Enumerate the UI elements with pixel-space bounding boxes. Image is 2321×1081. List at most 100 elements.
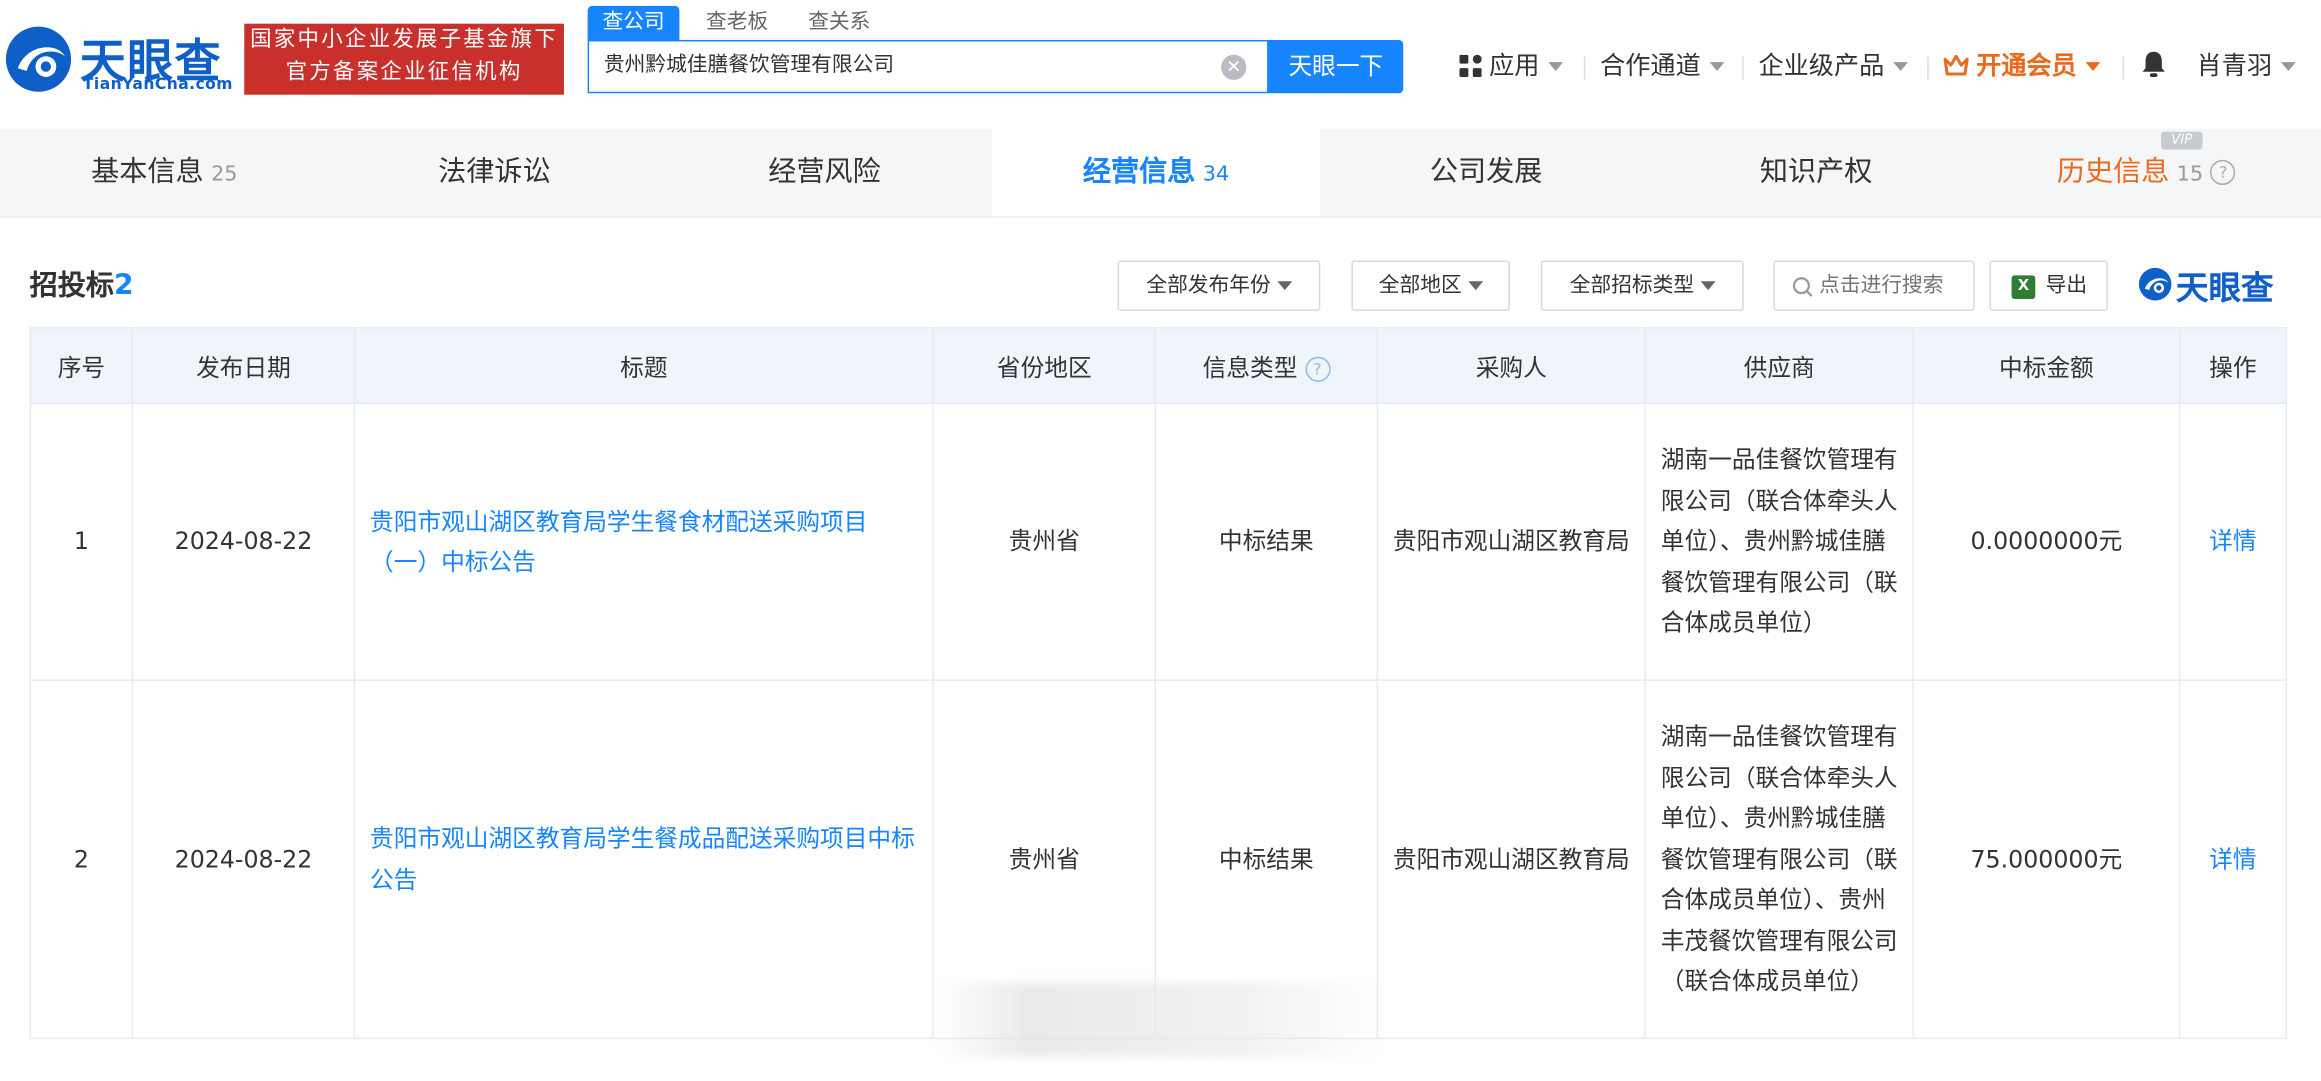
tab-basic-info[interactable]: 基本信息 25 (0, 129, 329, 216)
nav-divider (2122, 56, 2125, 80)
cell-title-link[interactable]: 贵阳市观山湖区教育局学生餐成品配送采购项目中标公告 (353, 679, 935, 1040)
tab-count: 34 (1202, 162, 1230, 187)
nav-enterprise[interactable]: 企业级产品 (1758, 49, 1908, 85)
user-menu[interactable]: 肖青羽 (2197, 49, 2296, 85)
nav-divider (1742, 56, 1744, 80)
export-button[interactable]: X 导出 (1989, 260, 2108, 311)
cell-region: 贵州省 (932, 402, 1157, 681)
chevron-down-icon (1548, 62, 1564, 72)
help-icon[interactable]: ? (2210, 159, 2236, 186)
chevron-down-icon (1467, 281, 1483, 291)
tab-label: 基本信息 (91, 155, 204, 188)
bell-icon (2142, 51, 2165, 77)
export-label: 导出 (2045, 273, 2088, 298)
tab-history[interactable]: 历史信息 15? (1982, 129, 2311, 216)
tab-development[interactable]: 公司发展 (1322, 129, 1651, 216)
search-tab-company[interactable]: 查公司 (587, 5, 680, 42)
chevron-down-icon (1700, 281, 1715, 291)
nav-divider (1927, 56, 1929, 80)
col-header-type: 信息类型? (1154, 327, 1379, 405)
nav-vip-label: 开通会员 (1976, 51, 2077, 82)
cell-supplier: 湖南一品佳餐饮管理有限公司（联合体牵头人单位）、贵州黔城佳膳餐饮管理有限公司（联… (1644, 679, 1914, 1040)
cell-amount: 75.000000元 (1912, 679, 2181, 1040)
top-header: 天眼查 TianYanCha.com 国家中小企业发展子基金旗下 官方备案企业征… (0, 0, 2321, 128)
section-title: 招投标2 (30, 263, 134, 303)
filter-bid-type-label: 全部招标类型 (1569, 273, 1695, 298)
bid-table: 序号 发布日期 标题 省份地区 信息类型? 采购人 供应商 中标金额 操作 1 … (29, 327, 2287, 1040)
col-header-supplier: 供应商 (1644, 327, 1914, 405)
blurred-watermark (935, 982, 1386, 1057)
filter-bid-type[interactable]: 全部招标类型 (1540, 260, 1744, 311)
nav-vip[interactable]: 开通会员 (1943, 49, 2101, 85)
chevron-down-icon (1893, 62, 1908, 72)
gov-badge-line2: 官方备案企业征信机构 (285, 60, 523, 85)
filter-year-label: 全部发布年份 (1146, 273, 1271, 298)
search-box: ✕ (587, 39, 1269, 94)
cell-no: 2 (29, 679, 134, 1040)
tab-label: 公司发展 (1429, 155, 1543, 188)
tab-count: 15 (2176, 162, 2204, 187)
table-row: 1 2024-08-22 贵阳市观山湖区教育局学生餐食材配送采购项目（一）中标公… (29, 402, 2287, 681)
crown-icon (1943, 54, 1969, 76)
table-search (1773, 260, 1975, 311)
help-icon[interactable]: ? (1304, 356, 1330, 382)
tab-legal[interactable]: 法律诉讼 (330, 129, 659, 216)
cell-supplier: 湖南一品佳餐饮管理有限公司（联合体牵头人单位）、贵州黔城佳膳餐饮管理有限公司（联… (1644, 402, 1914, 681)
nav-apps[interactable]: 应用 (1459, 49, 1564, 85)
tab-ip[interactable]: 知识产权 (1652, 129, 1981, 216)
nav-divider (1583, 56, 1586, 80)
tianyancha-logo[interactable]: 天眼查 TianYanCha.com (3, 21, 240, 98)
filter-region[interactable]: 全部地区 (1351, 260, 1510, 311)
excel-icon: X (2011, 275, 2036, 300)
search-button[interactable]: 天眼一下 (1268, 39, 1404, 94)
tab-label: 历史信息 (2056, 155, 2170, 188)
tab-label: 经营风险 (768, 155, 881, 188)
section-title-text: 招投标 (29, 269, 114, 302)
cell-no: 1 (29, 402, 134, 681)
search-input[interactable] (603, 51, 1197, 76)
vip-badge: VIP (2161, 131, 2203, 150)
cell-date: 2024-08-22 (131, 402, 356, 681)
apps-grid-icon (1459, 54, 1482, 77)
cell-amount: 0.0000000元 (1912, 402, 2181, 681)
brand-text: 天眼查 (2175, 270, 2274, 308)
table-search-input[interactable] (1819, 273, 1965, 298)
nav-partner[interactable]: 合作通道 (1600, 49, 1725, 85)
tab-label: 知识产权 (1759, 155, 1873, 188)
detail-link[interactable]: 详情 (2178, 679, 2287, 1040)
col-header-region: 省份地区 (932, 327, 1157, 405)
filter-year[interactable]: 全部发布年份 (1117, 260, 1321, 311)
search-tab-boss[interactable]: 查老板 (691, 6, 783, 42)
gov-badge: 国家中小企业发展子基金旗下 官方备案企业征信机构 (244, 23, 564, 95)
tab-risk[interactable]: 经营风险 (660, 129, 989, 216)
col-header-buyer: 采购人 (1376, 327, 1646, 405)
chevron-down-icon (1276, 281, 1292, 291)
nav-enterprise-label: 企业级产品 (1758, 51, 1885, 82)
col-header-date: 发布日期 (131, 327, 356, 405)
company-tabs: 基本信息 25 法律诉讼 经营风险 经营信息 34 公司发展 知识产权 历史信息 15… (0, 128, 2321, 218)
col-header-type-label: 信息类型 (1202, 353, 1298, 382)
tab-count: 25 (211, 162, 238, 187)
clear-icon[interactable]: ✕ (1221, 54, 1247, 80)
nav-partner-label: 合作通道 (1600, 51, 1701, 82)
chevron-down-icon (2085, 62, 2101, 72)
tianyancha-brand: 天眼查 (2137, 262, 2288, 308)
logo-domain: TianYanCha.com (82, 75, 233, 94)
user-name: 肖青羽 (2196, 51, 2273, 82)
notification-bell[interactable] (2140, 49, 2167, 85)
chevron-down-icon (2280, 62, 2296, 72)
filter-region-label: 全部地区 (1378, 273, 1462, 298)
cell-buyer: 贵阳市观山湖区教育局 (1376, 402, 1646, 681)
detail-link[interactable]: 详情 (2178, 402, 2287, 681)
cell-buyer: 贵阳市观山湖区教育局 (1376, 679, 1646, 1040)
eye-logo-icon (2138, 267, 2172, 301)
search-icon (1792, 277, 1813, 297)
tab-label: 经营信息 (1082, 155, 1196, 188)
col-header-amount: 中标金额 (1912, 327, 2181, 405)
cell-date: 2024-08-22 (131, 679, 356, 1040)
cell-title-link[interactable]: 贵阳市观山湖区教育局学生餐食材配送采购项目（一）中标公告 (353, 402, 935, 681)
section-count: 2 (113, 269, 134, 302)
search-tab-relation[interactable]: 查关系 (793, 6, 885, 42)
tab-business-info[interactable]: 经营信息 34 (991, 128, 1321, 217)
table-header-row: 序号 发布日期 标题 省份地区 信息类型? 采购人 供应商 中标金额 操作 (29, 327, 2287, 405)
